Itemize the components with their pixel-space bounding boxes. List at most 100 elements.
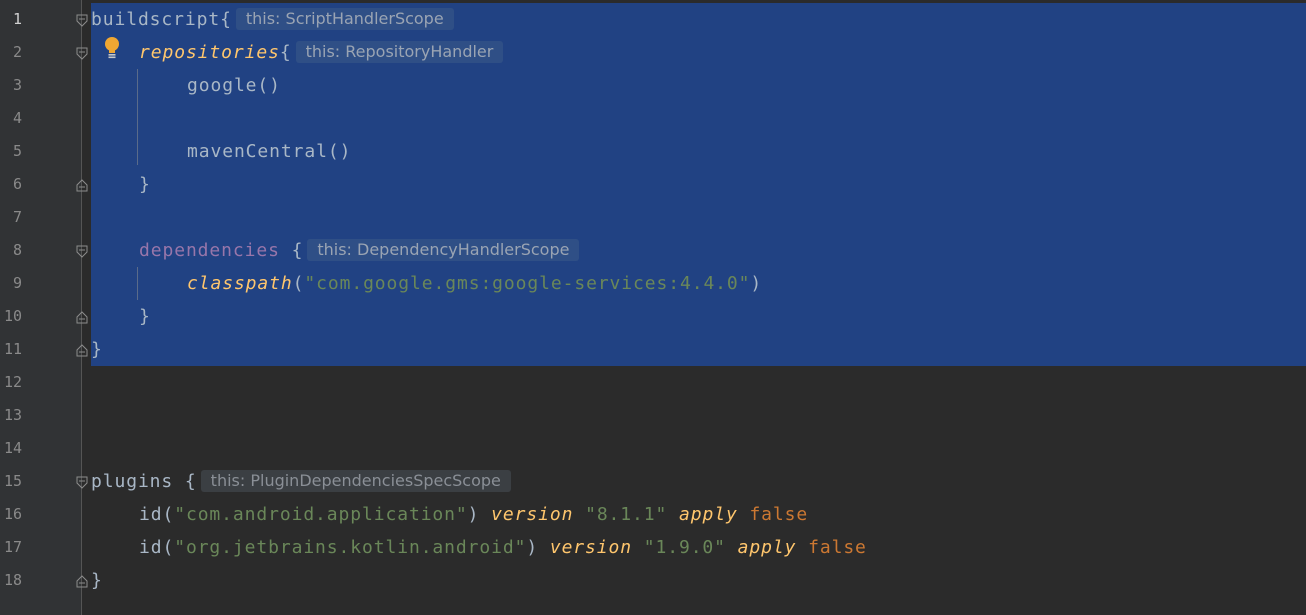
keyword-apply: apply — [679, 504, 738, 525]
string-literal: "1.9.0" — [643, 537, 726, 558]
inlay-hint: this: PluginDependenciesSpecScope — [200, 470, 511, 492]
fold-marker-icon[interactable] — [76, 179, 88, 192]
identifier: repositories — [139, 42, 280, 63]
selection-highlight — [91, 300, 1306, 333]
fold-marker-icon[interactable] — [76, 47, 88, 60]
paren: ) — [467, 504, 480, 525]
fold-marker-icon[interactable] — [76, 476, 88, 489]
fold-marker-icon[interactable] — [76, 245, 88, 258]
line-number: 13 — [3, 406, 22, 424]
keyword-version: version — [549, 537, 632, 558]
code-line[interactable]: 7 — [0, 201, 1306, 234]
inlay-hint: this: RepositoryHandler — [295, 41, 504, 63]
identifier: id( — [139, 504, 175, 525]
line-number: 9 — [12, 274, 22, 292]
brace: } — [139, 306, 151, 327]
line-number: 7 — [12, 208, 22, 226]
code-line[interactable]: 3 google() — [0, 69, 1306, 102]
string-literal: "8.1.1" — [585, 504, 668, 525]
code-line[interactable]: 10 } — [0, 300, 1306, 333]
code-text[interactable]: id("org.jetbrains.kotlin.android") versi… — [91, 531, 867, 564]
code-line[interactable]: 2 repositories{this: RepositoryHandler — [0, 36, 1306, 69]
line-number: 16 — [3, 505, 22, 523]
string-literal: "com.android.application" — [174, 504, 468, 525]
code-text[interactable]: } — [91, 300, 151, 333]
indent-guide — [137, 69, 138, 165]
keyword-apply: apply — [737, 537, 797, 558]
code-text[interactable]: id("com.android.application") version "8… — [91, 498, 808, 531]
inlay-hint: this: ScriptHandlerScope — [235, 8, 454, 30]
fold-marker-icon[interactable] — [76, 14, 88, 27]
fold-marker-icon[interactable] — [76, 311, 88, 324]
identifier: id( — [139, 537, 175, 558]
code-line[interactable]: 11 } — [0, 333, 1306, 366]
line-number: 10 — [3, 307, 22, 325]
paren: ) — [750, 273, 763, 294]
code-line[interactable]: 12 — [0, 366, 1306, 399]
brace: } — [91, 570, 103, 591]
code-line[interactable]: 16 id("com.android.application") version… — [0, 498, 1306, 531]
brace: { — [184, 471, 197, 492]
paren: ) — [526, 537, 539, 558]
indent-guide — [137, 267, 138, 300]
brace: } — [139, 174, 151, 195]
code-line[interactable]: 17 id("org.jetbrains.kotlin.android") ve… — [0, 531, 1306, 564]
code-editor[interactable]: 1 buildscript{this: ScriptHandlerScope 2… — [0, 0, 1306, 615]
code-line[interactable]: 4 — [0, 102, 1306, 135]
selection-highlight — [91, 102, 1306, 135]
selection-highlight — [91, 333, 1306, 366]
line-number: 11 — [3, 340, 22, 358]
inlay-hint: this: DependencyHandlerScope — [307, 239, 580, 261]
code-text[interactable]: dependencies {this: DependencyHandlerSco… — [91, 234, 580, 267]
keyword-false: false — [749, 504, 809, 525]
code-text[interactable]: google() — [91, 69, 281, 102]
code-text[interactable]: classpath("com.google.gms:google-service… — [91, 267, 762, 300]
string-literal: "org.jetbrains.kotlin.android" — [174, 537, 527, 558]
selection-highlight — [91, 168, 1306, 201]
code-line[interactable]: 1 buildscript{this: ScriptHandlerScope — [0, 3, 1306, 36]
identifier: classpath — [187, 273, 293, 294]
code-line[interactable]: 13 — [0, 399, 1306, 432]
line-number: 15 — [3, 472, 22, 490]
line-number: 1 — [12, 10, 22, 28]
identifier: dependencies — [139, 240, 280, 261]
brace: { — [220, 9, 232, 30]
brace: { — [291, 240, 304, 261]
code-line[interactable]: 6 } — [0, 168, 1306, 201]
identifier: google() — [187, 75, 281, 96]
code-line[interactable]: 9 classpath("com.google.gms:google-servi… — [0, 267, 1306, 300]
string-literal: "com.google.gms:google-services:4.4.0" — [304, 273, 751, 294]
code-line[interactable]: 18 } — [0, 564, 1306, 597]
lightbulb-icon[interactable] — [103, 36, 121, 60]
code-text[interactable]: buildscript{this: ScriptHandlerScope — [91, 3, 454, 36]
fold-marker-icon[interactable] — [76, 344, 88, 357]
code-text[interactable]: } — [91, 333, 103, 366]
code-text[interactable]: mavenCentral() — [91, 135, 351, 168]
code-line[interactable]: 15 plugins {this: PluginDependenciesSpec… — [0, 465, 1306, 498]
paren: ( — [292, 273, 305, 294]
line-number: 14 — [3, 439, 22, 457]
line-number: 4 — [12, 109, 22, 127]
line-number: 18 — [3, 571, 22, 589]
brace: } — [91, 339, 103, 360]
identifier: mavenCentral() — [187, 141, 352, 162]
identifier: plugins — [91, 471, 174, 492]
keyword-version: version — [491, 504, 574, 525]
code-text[interactable]: } — [91, 564, 103, 597]
brace: { — [279, 42, 292, 63]
code-text[interactable]: } — [91, 168, 151, 201]
selection-highlight — [91, 201, 1306, 234]
code-line[interactable]: 8 dependencies {this: DependencyHandlerS… — [0, 234, 1306, 267]
line-number: 5 — [12, 142, 22, 160]
line-number: 12 — [3, 373, 22, 391]
line-number: 8 — [12, 241, 22, 259]
fold-marker-icon[interactable] — [76, 575, 88, 588]
code-text[interactable]: repositories{this: RepositoryHandler — [91, 36, 504, 69]
code-line[interactable]: 14 — [0, 432, 1306, 465]
line-number: 6 — [12, 175, 22, 193]
code-text[interactable]: plugins {this: PluginDependenciesSpecSco… — [91, 465, 511, 498]
code-line[interactable]: 5 mavenCentral() — [0, 135, 1306, 168]
identifier: buildscript — [91, 9, 221, 30]
line-number: 3 — [12, 76, 22, 94]
keyword-false: false — [808, 537, 867, 558]
